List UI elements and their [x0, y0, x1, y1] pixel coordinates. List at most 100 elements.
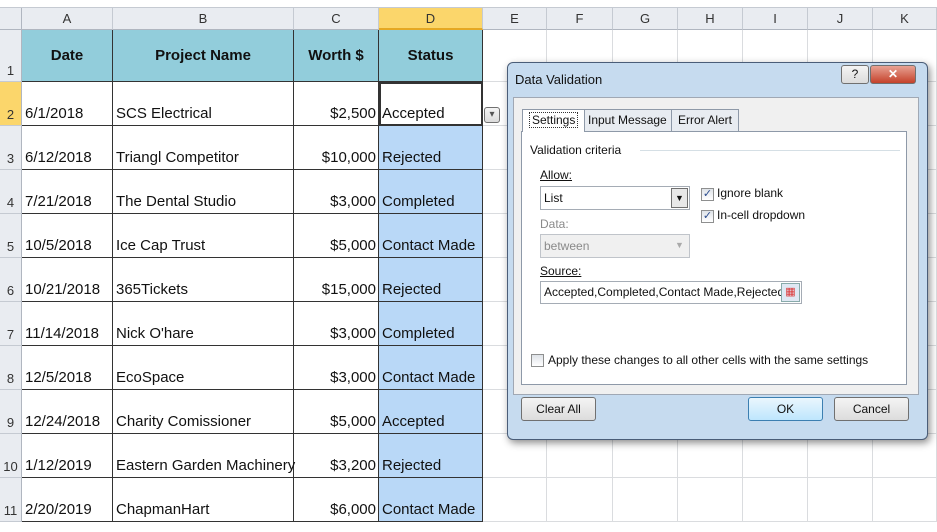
project-name-cell[interactable]: The Dental Studio: [113, 170, 294, 214]
worth-cell[interactable]: $3,000: [294, 346, 379, 390]
column-header-i[interactable]: I: [743, 8, 808, 30]
status-cell[interactable]: Rejected: [379, 126, 483, 170]
worth-cell[interactable]: $5,000: [294, 214, 379, 258]
column-header-b[interactable]: B: [113, 8, 294, 30]
source-input[interactable]: Accepted,Completed,Contact Made,Rejected: [540, 281, 802, 304]
column-header-j[interactable]: J: [808, 8, 873, 30]
row-header-7[interactable]: 7: [0, 302, 22, 346]
column-header-g[interactable]: G: [613, 8, 678, 30]
empty-cell[interactable]: [808, 478, 873, 522]
column-header-h[interactable]: H: [678, 8, 743, 30]
row-header-6[interactable]: 6: [0, 258, 22, 302]
header-cell-project[interactable]: Project Name: [113, 30, 294, 82]
status-cell[interactable]: Accepted: [379, 82, 483, 126]
date-cell[interactable]: 12/24/2018: [22, 390, 113, 434]
project-name-cell[interactable]: Nick O'hare: [113, 302, 294, 346]
project-name-cell[interactable]: EcoSpace: [113, 346, 294, 390]
row-header-4[interactable]: 4: [0, 170, 22, 214]
worth-cell[interactable]: $3,200: [294, 434, 379, 478]
in-cell-dropdown-checkbox[interactable]: ✓: [701, 210, 714, 223]
header-cell-status[interactable]: Status: [379, 30, 483, 82]
worth-cell[interactable]: $10,000: [294, 126, 379, 170]
chevron-down-icon[interactable]: ▼: [671, 188, 688, 208]
worth-cell[interactable]: $6,000: [294, 478, 379, 522]
project-name-cell[interactable]: Triangl Competitor: [113, 126, 294, 170]
empty-cell[interactable]: [547, 478, 613, 522]
date-cell[interactable]: 12/5/2018: [22, 346, 113, 390]
column-header-c[interactable]: C: [294, 8, 379, 30]
worth-cell[interactable]: $5,000: [294, 390, 379, 434]
empty-cell[interactable]: [678, 478, 743, 522]
empty-cell[interactable]: [678, 434, 743, 478]
empty-cell[interactable]: [483, 478, 547, 522]
select-all-corner[interactable]: [0, 8, 22, 30]
status-cell[interactable]: Contact Made: [379, 346, 483, 390]
project-name-cell[interactable]: ChapmanHart: [113, 478, 294, 522]
column-header-k[interactable]: K: [873, 8, 937, 30]
status-cell[interactable]: Completed: [379, 302, 483, 346]
date-cell[interactable]: 7/21/2018: [22, 170, 113, 214]
row-header-9[interactable]: 9: [0, 390, 22, 434]
row-header-5[interactable]: 5: [0, 214, 22, 258]
status-cell[interactable]: Contact Made: [379, 478, 483, 522]
status-cell[interactable]: Rejected: [379, 258, 483, 302]
column-header-a[interactable]: A: [22, 8, 113, 30]
empty-cell[interactable]: [873, 478, 937, 522]
data-validation-dialog: Data Validation ? ✕ Settings Input Messa…: [507, 62, 928, 440]
status-cell[interactable]: Accepted: [379, 390, 483, 434]
column-header-e[interactable]: E: [483, 8, 547, 30]
row-header-1[interactable]: 1: [0, 30, 22, 82]
clear-all-button[interactable]: Clear All: [521, 397, 596, 421]
empty-cell[interactable]: [483, 434, 547, 478]
header-cell-date[interactable]: Date: [22, 30, 113, 82]
empty-cell[interactable]: [743, 478, 808, 522]
project-name-cell[interactable]: SCS Electrical: [113, 82, 294, 126]
tab-settings[interactable]: Settings: [522, 109, 586, 132]
empty-cell[interactable]: [743, 434, 808, 478]
row-header-10[interactable]: 10: [0, 434, 22, 478]
row-header-3[interactable]: 3: [0, 126, 22, 170]
date-cell[interactable]: 2/20/2019: [22, 478, 113, 522]
project-name-cell[interactable]: Eastern Garden Machinery: [113, 434, 295, 478]
empty-cell[interactable]: [613, 434, 678, 478]
allow-select[interactable]: List ▼: [540, 186, 690, 210]
range-select-icon[interactable]: ▦: [781, 283, 800, 302]
apply-all-checkbox[interactable]: [531, 354, 544, 367]
row-header-8[interactable]: 8: [0, 346, 22, 390]
tab-error-alert[interactable]: Error Alert: [671, 109, 740, 131]
empty-cell[interactable]: [547, 434, 613, 478]
date-cell[interactable]: 11/14/2018: [22, 302, 113, 346]
date-cell[interactable]: 10/5/2018: [22, 214, 113, 258]
dropdown-arrow-icon[interactable]: ▾: [484, 107, 500, 123]
worth-cell[interactable]: $3,000: [294, 170, 379, 214]
status-cell[interactable]: Contact Made: [379, 214, 483, 258]
tab-input-message[interactable]: Input Message: [581, 109, 674, 131]
date-cell[interactable]: 6/12/2018: [22, 126, 113, 170]
settings-panel: Validation criteria Allow: List ▼ ✓ Ignor…: [521, 131, 907, 385]
help-button[interactable]: ?: [841, 65, 869, 84]
date-cell[interactable]: 10/21/2018: [22, 258, 113, 302]
date-cell[interactable]: 6/1/2018: [22, 82, 113, 126]
column-header-d[interactable]: D: [379, 8, 483, 30]
project-name-cell[interactable]: 365Tickets: [113, 258, 294, 302]
allow-label: Allow:: [540, 168, 573, 182]
header-cell-worth[interactable]: Worth $: [294, 30, 379, 82]
empty-cell[interactable]: [808, 434, 873, 478]
worth-cell[interactable]: $2,500: [294, 82, 379, 126]
column-header-f[interactable]: F: [547, 8, 613, 30]
status-cell[interactable]: Rejected: [379, 434, 483, 478]
close-button[interactable]: ✕: [870, 65, 916, 84]
ok-button[interactable]: OK: [748, 397, 823, 421]
empty-cell[interactable]: [873, 434, 937, 478]
status-cell[interactable]: Completed: [379, 170, 483, 214]
row-header-11[interactable]: 11: [0, 478, 22, 522]
worth-cell[interactable]: $3,000: [294, 302, 379, 346]
worth-cell[interactable]: $15,000: [294, 258, 379, 302]
row-header-2[interactable]: 2: [0, 82, 22, 126]
project-name-cell[interactable]: Charity Comissioner: [113, 390, 294, 434]
ignore-blank-checkbox[interactable]: ✓: [701, 188, 714, 201]
project-name-cell[interactable]: Ice Cap Trust: [113, 214, 294, 258]
date-cell[interactable]: 1/12/2019: [22, 434, 113, 478]
cancel-button[interactable]: Cancel: [834, 397, 909, 421]
empty-cell[interactable]: [613, 478, 678, 522]
